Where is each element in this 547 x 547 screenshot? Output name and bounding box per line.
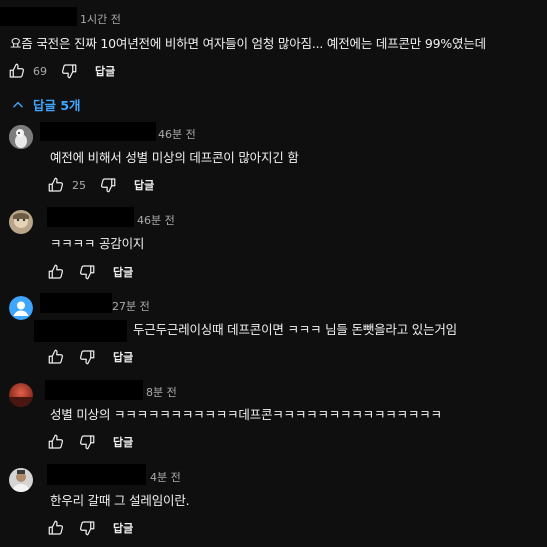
chevron-up-icon <box>13 101 23 107</box>
comment-actions: 답글 <box>46 347 133 367</box>
like-count: 25 <box>72 178 86 192</box>
username-redacted <box>47 207 134 227</box>
comment-timestamp: 27분 전 <box>112 300 150 313</box>
comment-text: 요즘 국전은 진짜 10여년전에 비하면 여자들이 엄청 많아짐... 예전에는… <box>10 36 486 51</box>
thumbs-down-icon[interactable] <box>77 347 97 367</box>
comment-actions: 답글 <box>46 262 133 282</box>
comment-text: 예전에 비해서 성별 미상의 데프콘이 많아지긴 함 <box>50 150 299 165</box>
comment-timestamp: 46분 전 <box>137 214 175 227</box>
thumbs-up-icon[interactable] <box>46 347 66 367</box>
avatar[interactable] <box>9 383 33 407</box>
reply-button[interactable]: 답글 <box>113 434 133 450</box>
username-redacted <box>47 464 146 485</box>
replies-toggle-label: 답글 5개 <box>33 98 81 113</box>
avatar[interactable] <box>9 296 33 320</box>
comment-text: 한우리 갈때 그 설레임이란. <box>50 493 190 508</box>
avatar[interactable] <box>9 125 33 149</box>
like-count: 69 <box>33 64 47 78</box>
thumbs-down-icon[interactable] <box>77 432 97 452</box>
comment-text: 두근두근레이싱때 데프콘이면 ㅋㅋㅋ 님들 돈뺏을라고 있는거임 <box>133 322 457 337</box>
thumbs-up-icon[interactable] <box>46 432 66 452</box>
thumbs-down-icon[interactable] <box>77 518 97 538</box>
username-redacted <box>40 293 112 313</box>
comment-timestamp: 46분 전 <box>158 128 196 141</box>
avatar[interactable] <box>9 210 33 234</box>
reply-button[interactable]: 답글 <box>95 63 115 79</box>
username-redacted <box>40 122 156 141</box>
comment-actions: 답글 <box>46 518 133 538</box>
reply-button[interactable]: 답글 <box>113 264 133 280</box>
thumbs-down-icon[interactable] <box>98 175 118 195</box>
username-redacted <box>0 7 77 26</box>
avatar[interactable] <box>9 468 33 492</box>
comment-timestamp: 8분 전 <box>146 386 177 399</box>
username-redacted <box>45 380 143 400</box>
thumbs-up-icon[interactable] <box>46 175 66 195</box>
reply-button[interactable]: 답글 <box>113 520 133 536</box>
comment-actions: 25 답글 <box>46 175 154 195</box>
comment-text: ㅋㅋㅋㅋ 공감이지 <box>50 236 145 251</box>
comment-actions: 답글 <box>46 432 133 452</box>
redacted-mention <box>34 320 127 342</box>
comment-timestamp: 1시간 전 <box>80 13 121 26</box>
thumbs-up-icon[interactable] <box>7 61 27 81</box>
reply-button[interactable]: 답글 <box>134 177 154 193</box>
thumbs-down-icon[interactable] <box>77 262 97 282</box>
comment-timestamp: 4분 전 <box>150 471 181 484</box>
replies-toggle[interactable]: 답글 5개 <box>11 95 81 114</box>
comment-actions: 69 답글 <box>7 61 115 81</box>
thumbs-up-icon[interactable] <box>46 262 66 282</box>
thumbs-up-icon[interactable] <box>46 518 66 538</box>
thumbs-down-icon[interactable] <box>59 61 79 81</box>
reply-button[interactable]: 답글 <box>113 349 133 365</box>
comment-text: 성별 미상의 ㅋㅋㅋㅋㅋㅋㅋㅋㅋㅋㅋ데프콘ㅋㅋㅋㅋㅋㅋㅋㅋㅋㅋㅋㅋㅋㅋㅋ <box>50 407 442 422</box>
